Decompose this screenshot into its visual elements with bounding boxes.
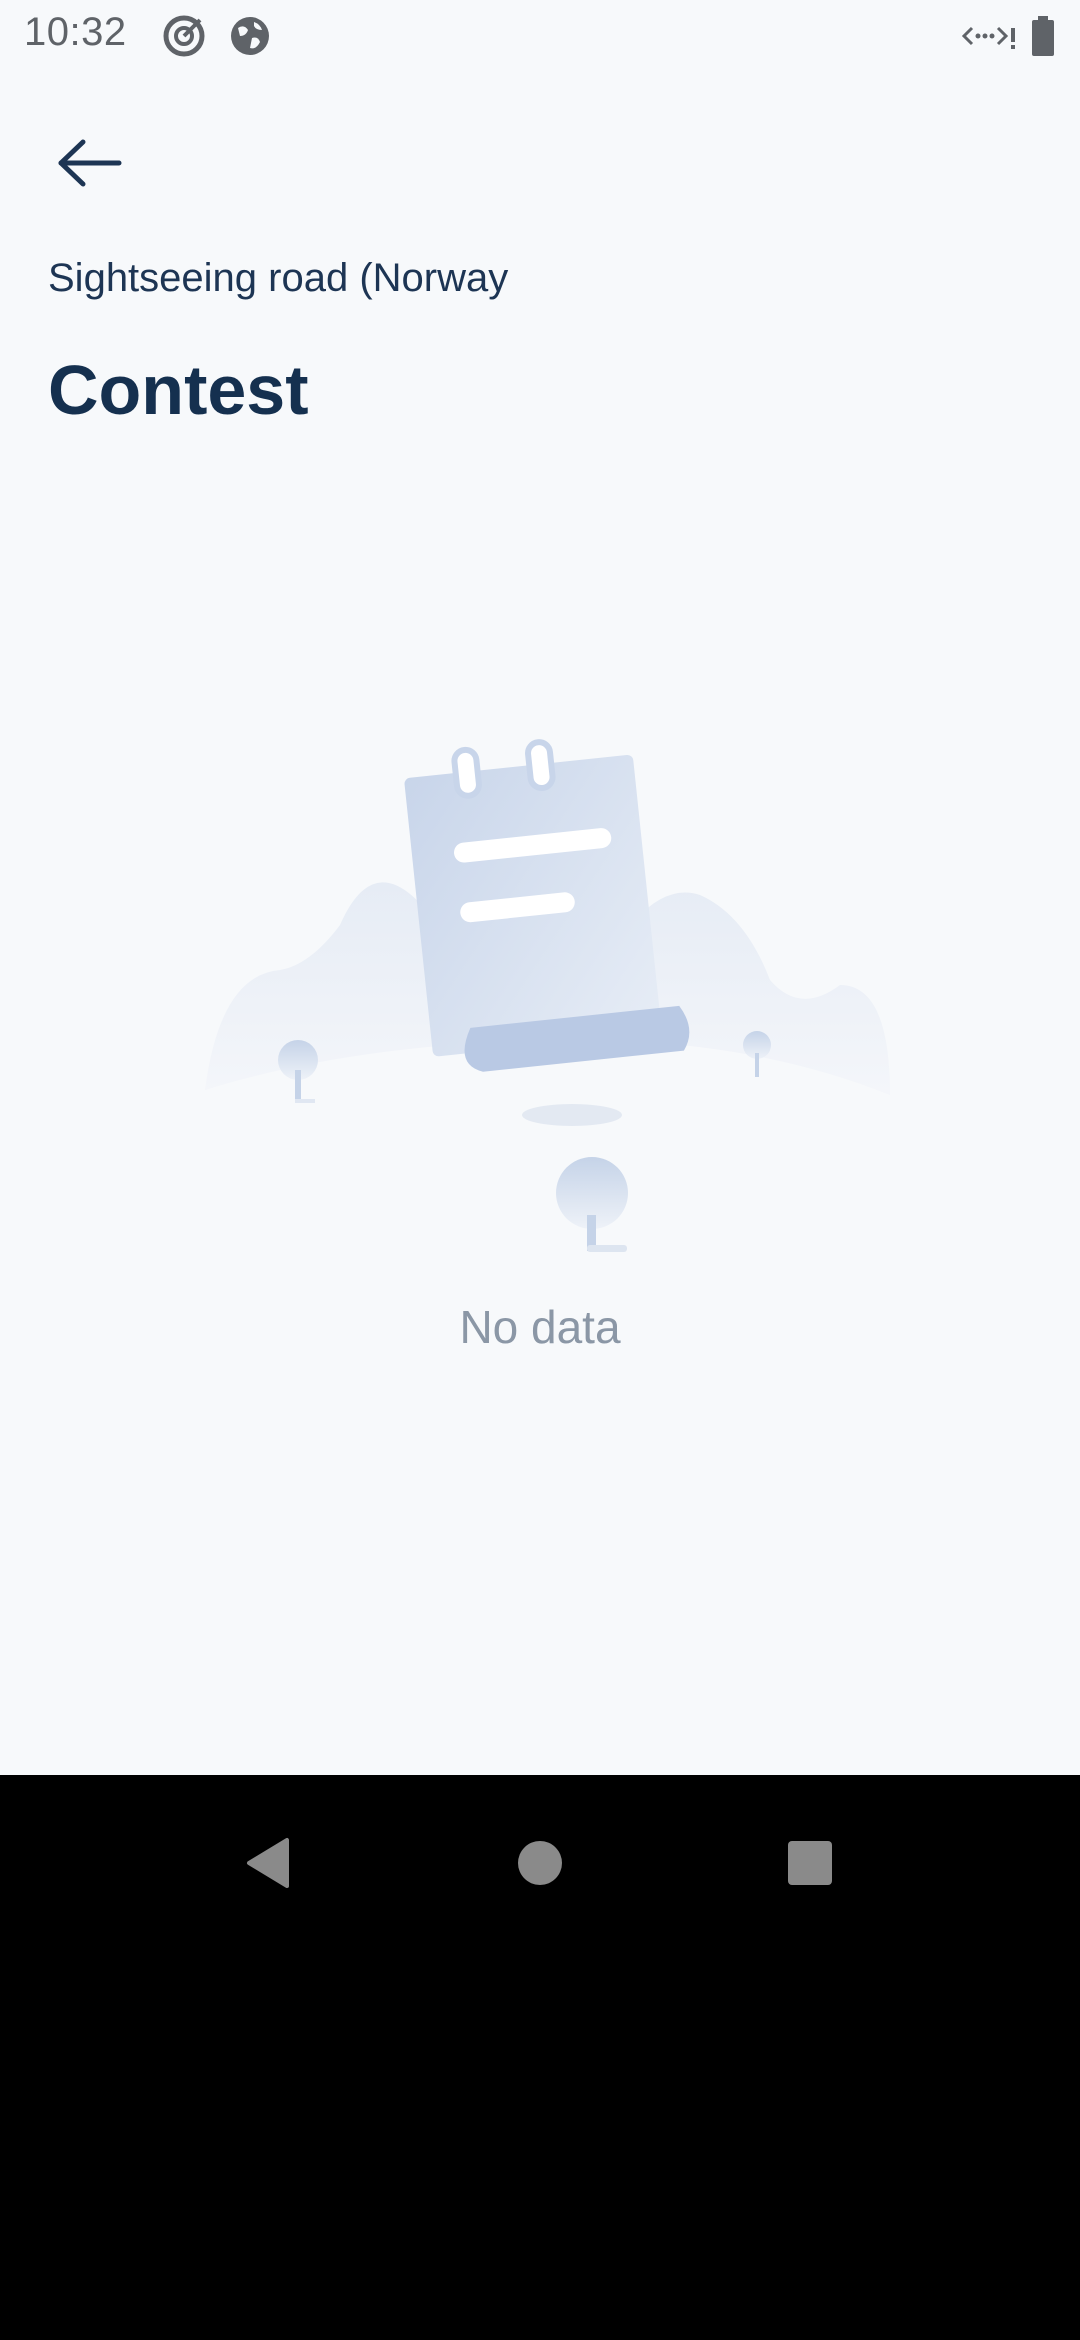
empty-state-message: No data xyxy=(459,1301,621,1353)
target-icon xyxy=(162,14,206,58)
home-circle-icon xyxy=(517,1840,563,1891)
page-title: Contest xyxy=(48,351,309,429)
nav-home-button[interactable] xyxy=(490,1815,590,1915)
nav-back-button[interactable] xyxy=(218,1815,318,1915)
arrow-left-icon xyxy=(55,138,125,193)
back-triangle-icon xyxy=(243,1836,293,1895)
status-time: 10:32 xyxy=(24,10,127,54)
battery-icon xyxy=(1028,14,1058,58)
data-transfer-icon xyxy=(961,14,1018,58)
empty-state-illustration xyxy=(200,715,890,1260)
status-bar: 10:32 xyxy=(0,0,1080,72)
recents-square-icon xyxy=(787,1840,833,1891)
back-button[interactable] xyxy=(40,120,140,210)
globe-icon xyxy=(228,14,272,58)
page-subtitle: Sightseeing road (Norway xyxy=(48,256,509,300)
nav-recents-button[interactable] xyxy=(760,1815,860,1915)
